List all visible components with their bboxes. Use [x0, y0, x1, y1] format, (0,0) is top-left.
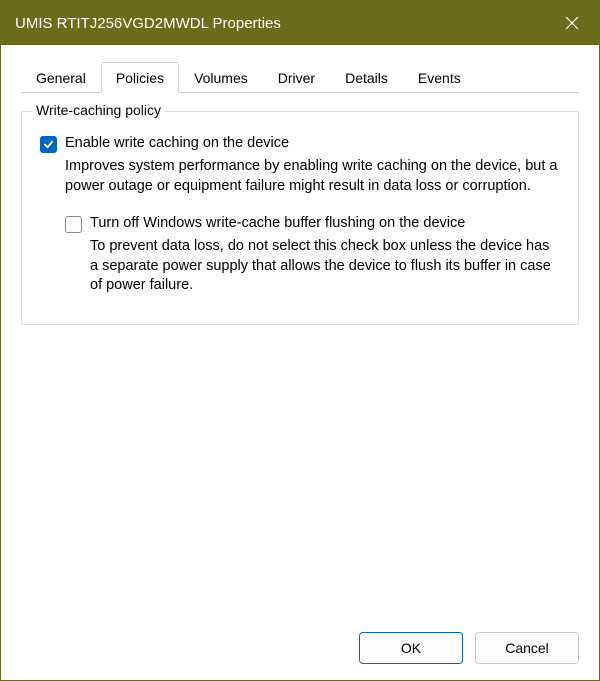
- close-button[interactable]: [555, 6, 589, 40]
- turn-off-flushing-desc: To prevent data loss, do not select this…: [90, 237, 560, 296]
- spacer: [21, 325, 579, 622]
- tab-strip: General Policies Volumes Driver Details …: [21, 61, 579, 93]
- tab-general[interactable]: General: [21, 62, 101, 93]
- tab-driver[interactable]: Driver: [263, 62, 330, 93]
- dialog-content: General Policies Volumes Driver Details …: [1, 45, 599, 680]
- turn-off-flushing-label[interactable]: Turn off Windows write-cache buffer flus…: [90, 214, 465, 233]
- titlebar: UMIS RTITJ256VGD2MWDL Properties: [1, 1, 599, 45]
- enable-write-cache-desc: Improves system performance by enabling …: [65, 157, 560, 196]
- turn-off-flushing-row: Turn off Windows write-cache buffer flus…: [65, 214, 560, 233]
- dialog-button-row: OK Cancel: [21, 622, 579, 664]
- properties-dialog: UMIS RTITJ256VGD2MWDL Properties General…: [0, 0, 600, 681]
- tab-details[interactable]: Details: [330, 62, 403, 93]
- write-caching-group: Write-caching policy Enable write cachin…: [21, 111, 579, 325]
- tab-volumes[interactable]: Volumes: [179, 62, 263, 93]
- check-icon: [43, 139, 54, 150]
- cancel-button[interactable]: Cancel: [475, 632, 579, 664]
- turn-off-flushing-subgroup: Turn off Windows write-cache buffer flus…: [65, 214, 560, 296]
- tab-policies[interactable]: Policies: [101, 62, 179, 93]
- close-icon: [565, 16, 579, 30]
- tab-events[interactable]: Events: [403, 62, 476, 93]
- window-title: UMIS RTITJ256VGD2MWDL Properties: [15, 15, 281, 32]
- turn-off-flushing-checkbox[interactable]: [65, 216, 82, 233]
- enable-write-cache-row: Enable write caching on the device: [40, 134, 560, 153]
- enable-write-cache-checkbox[interactable]: [40, 136, 57, 153]
- group-legend: Write-caching policy: [32, 102, 165, 118]
- ok-button[interactable]: OK: [359, 632, 463, 664]
- enable-write-cache-label[interactable]: Enable write caching on the device: [65, 134, 289, 153]
